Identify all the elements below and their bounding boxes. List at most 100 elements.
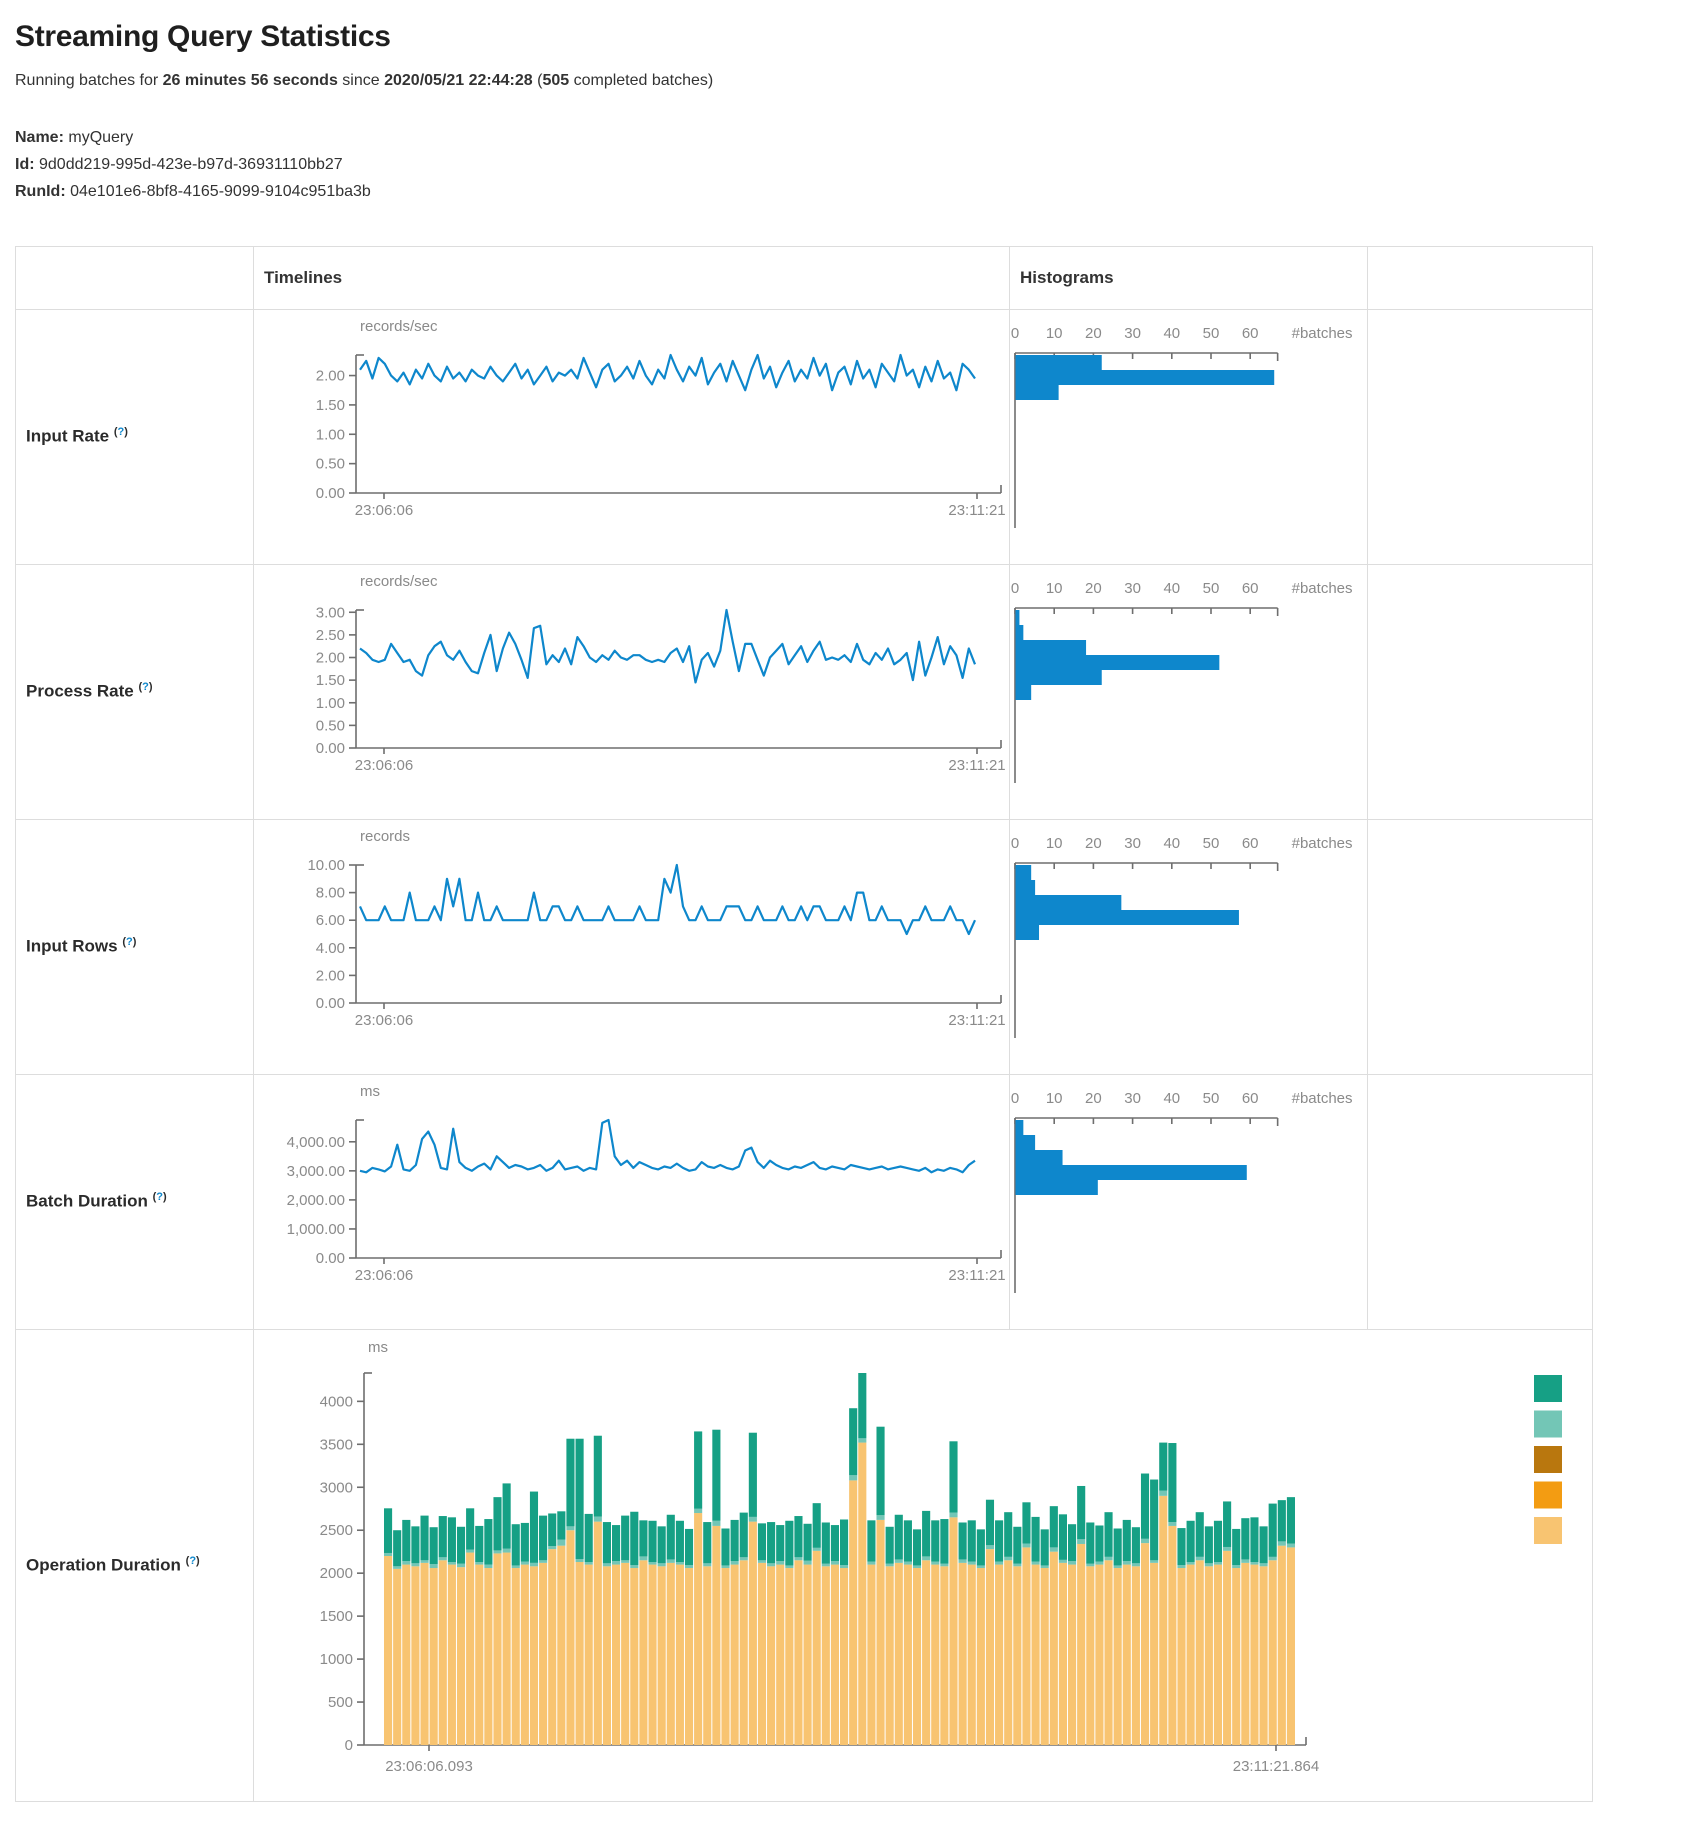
- running-duration: 26 minutes 56 seconds: [163, 72, 338, 89]
- page-title: Streaming Query Statistics: [15, 20, 1678, 54]
- svg-text:0: 0: [1011, 325, 1019, 342]
- process-rate-help-icon[interactable]: (?): [138, 681, 152, 693]
- svg-text:records/sec: records/sec: [360, 318, 438, 335]
- input-rows-histogram-chart: 0102030405060#batches: [1010, 820, 1367, 1069]
- svg-text:23:11:21: 23:11:21: [948, 757, 1005, 774]
- svg-text:records: records: [360, 828, 410, 845]
- input-rows-spacer-cell: [1368, 819, 1593, 1074]
- input-rows-label-cell: Input Rows (?): [16, 819, 254, 1074]
- svg-text:40: 40: [1163, 835, 1180, 852]
- svg-text:23:06:06.093: 23:06:06.093: [385, 1758, 473, 1775]
- svg-text:1.00: 1.00: [316, 426, 345, 443]
- svg-text:0.00: 0.00: [316, 485, 345, 502]
- svg-text:23:11:21: 23:11:21: [948, 1267, 1005, 1284]
- svg-text:23:06:06: 23:06:06: [355, 1012, 413, 1029]
- svg-text:20: 20: [1085, 580, 1102, 597]
- batch-duration-histogram-chart: 0102030405060#batches: [1010, 1075, 1367, 1324]
- svg-text:60: 60: [1242, 580, 1259, 597]
- svg-text:0: 0: [345, 1737, 353, 1754]
- svg-text:10.00: 10.00: [307, 857, 345, 874]
- process-rate-timeline-cell: records/sec3.002.502.001.501.000.500.002…: [254, 564, 1010, 819]
- timelines-column-header: Timelines: [254, 246, 1010, 309]
- svg-text:20: 20: [1085, 325, 1102, 342]
- svg-text:30: 30: [1124, 580, 1141, 597]
- summary-suffix: completed batches): [569, 72, 713, 89]
- operation-duration-label: Operation Duration: [26, 1555, 181, 1574]
- svg-text:30: 30: [1124, 1090, 1141, 1107]
- svg-text:10: 10: [1046, 580, 1063, 597]
- query-metadata: Name: myQuery Id: 9d0dd219-995d-423e-b97…: [15, 124, 1678, 206]
- svg-text:50: 50: [1203, 1090, 1220, 1107]
- svg-text:1,000.00: 1,000.00: [287, 1221, 345, 1238]
- process-rate-histogram-cell: 0102030405060#batches: [1010, 564, 1368, 819]
- input-rate-spacer-cell: [1368, 309, 1593, 564]
- svg-text:10: 10: [1046, 1090, 1063, 1107]
- svg-text:4.00: 4.00: [316, 939, 345, 956]
- batch-duration-help-icon[interactable]: (?): [153, 1191, 167, 1203]
- svg-text:1500: 1500: [320, 1608, 353, 1625]
- batch-duration-label-cell: Batch Duration (?): [16, 1074, 254, 1329]
- svg-text:#batches: #batches: [1292, 580, 1353, 597]
- input-rows-histogram-cell: 0102030405060#batches: [1010, 819, 1368, 1074]
- query-name-value: myQuery: [68, 129, 133, 146]
- start-timestamp: 2020/05/21 22:44:28: [384, 72, 533, 89]
- svg-text:30: 30: [1124, 325, 1141, 342]
- svg-text:0.50: 0.50: [316, 455, 345, 472]
- batch-duration-timeline-cell: ms4,000.003,000.002,000.001,000.000.0023…: [254, 1074, 1010, 1329]
- process-rate-row: Process Rate (?) records/sec3.002.502.00…: [16, 564, 1593, 819]
- query-runid-line: RunId: 04e101e6-8bf8-4165-9099-9104c951b…: [15, 178, 1678, 205]
- input-rate-histogram-chart: 0102030405060#batches: [1010, 310, 1367, 559]
- operation-duration-row: Operation Duration (?) ms400035003000250…: [16, 1329, 1593, 1801]
- svg-text:50: 50: [1203, 835, 1220, 852]
- svg-text:2.00: 2.00: [316, 367, 345, 384]
- input-rate-label: Input Rate: [26, 427, 109, 446]
- svg-text:0.00: 0.00: [316, 1250, 345, 1267]
- summary-open-paren: (: [533, 72, 543, 89]
- batch-duration-spacer-cell: [1368, 1074, 1593, 1329]
- completed-batch-count: 505: [542, 72, 569, 89]
- input-rate-histogram-cell: 0102030405060#batches: [1010, 309, 1368, 564]
- svg-text:0: 0: [1011, 1090, 1019, 1107]
- process-rate-spacer-cell: [1368, 564, 1593, 819]
- svg-text:#batches: #batches: [1292, 835, 1353, 852]
- svg-text:40: 40: [1163, 325, 1180, 342]
- input-rows-timeline-cell: records10.008.006.004.002.000.0023:06:06…: [254, 819, 1010, 1074]
- svg-text:50: 50: [1203, 325, 1220, 342]
- query-id-value: 9d0dd219-995d-423e-b97d-36931110bb27: [39, 156, 343, 173]
- query-name-line: Name: myQuery: [15, 124, 1678, 151]
- svg-text:2,000.00: 2,000.00: [287, 1191, 345, 1208]
- statistics-table: Timelines Histograms Input Rate (?) reco…: [15, 246, 1593, 1802]
- svg-text:40: 40: [1163, 1090, 1180, 1107]
- svg-text:3500: 3500: [320, 1436, 353, 1453]
- input-rows-row: Input Rows (?) records10.008.006.004.002…: [16, 819, 1593, 1074]
- svg-text:ms: ms: [360, 1083, 380, 1100]
- batch-duration-row: Batch Duration (?) ms4,000.003,000.002,0…: [16, 1074, 1593, 1329]
- svg-text:1000: 1000: [320, 1651, 353, 1668]
- svg-text:2.00: 2.00: [316, 649, 345, 666]
- svg-text:50: 50: [1203, 580, 1220, 597]
- input-rate-timeline-chart: records/sec2.001.501.000.500.0023:06:062…: [254, 310, 1009, 559]
- svg-text:0.50: 0.50: [316, 717, 345, 734]
- svg-text:2.50: 2.50: [316, 626, 345, 643]
- metric-column-header: [16, 246, 254, 309]
- svg-text:500: 500: [328, 1694, 353, 1711]
- input-rate-row: Input Rate (?) records/sec2.001.501.000.…: [16, 309, 1593, 564]
- input-rate-help-icon[interactable]: (?): [114, 426, 128, 438]
- svg-text:#batches: #batches: [1292, 1090, 1353, 1107]
- svg-text:2000: 2000: [320, 1565, 353, 1582]
- input-rows-help-icon[interactable]: (?): [122, 936, 136, 948]
- operation-duration-help-icon[interactable]: (?): [186, 1555, 200, 1567]
- svg-text:40: 40: [1163, 580, 1180, 597]
- svg-text:30: 30: [1124, 835, 1141, 852]
- svg-text:23:11:21: 23:11:21: [948, 1012, 1005, 1029]
- batch-duration-timeline-chart: ms4,000.003,000.002,000.001,000.000.0023…: [254, 1075, 1009, 1324]
- input-rate-timeline-cell: records/sec2.001.501.000.500.0023:06:062…: [254, 309, 1010, 564]
- table-header-row: Timelines Histograms: [16, 246, 1593, 309]
- svg-text:0.00: 0.00: [316, 740, 345, 757]
- svg-text:4,000.00: 4,000.00: [287, 1133, 345, 1150]
- svg-text:1.00: 1.00: [316, 694, 345, 711]
- summary-mid: since: [338, 72, 384, 89]
- svg-text:0.00: 0.00: [316, 995, 345, 1012]
- operation-duration-chart-cell: ms4000350030002500200015001000500023:06:…: [254, 1329, 1593, 1801]
- input-rows-timeline-chart: records10.008.006.004.002.000.0023:06:06…: [254, 820, 1009, 1069]
